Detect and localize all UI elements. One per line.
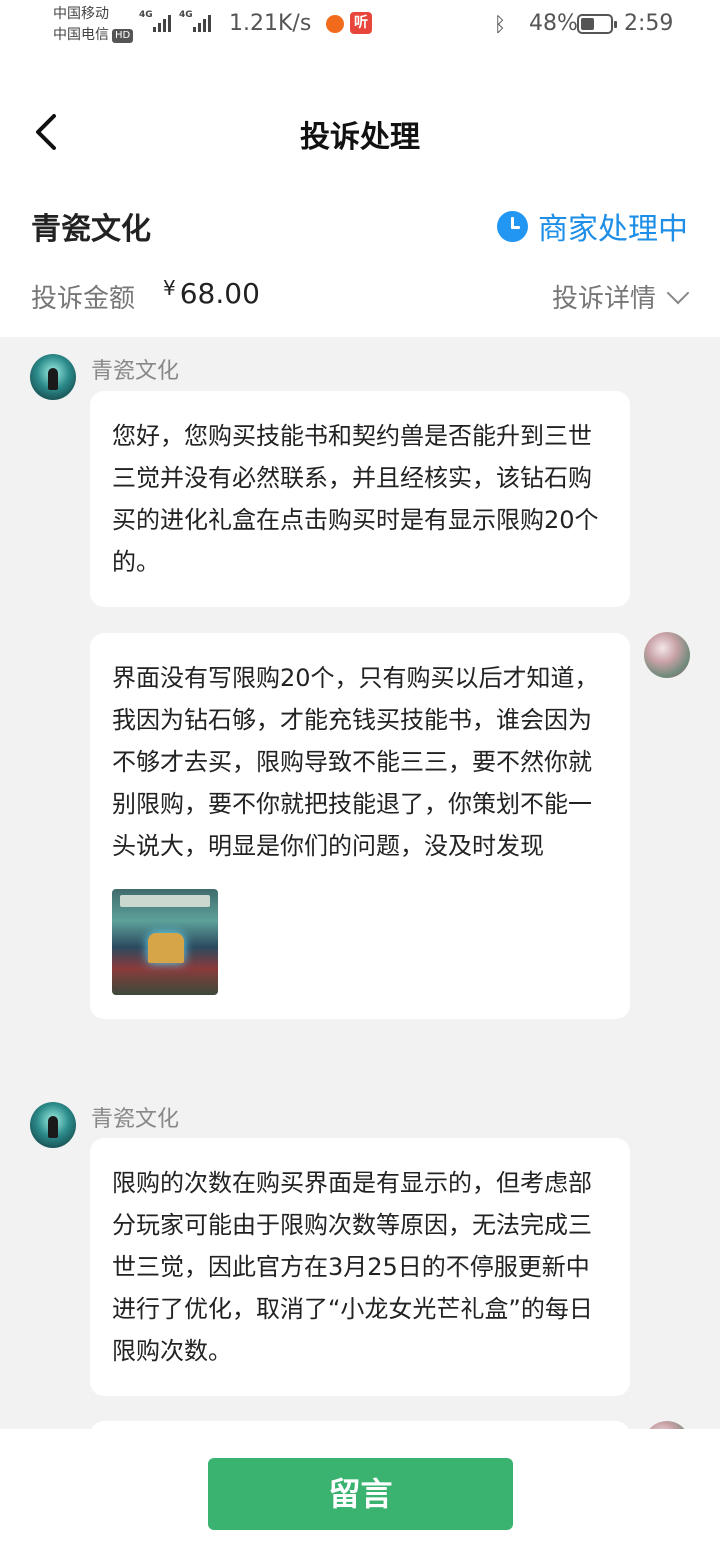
message-bubble: 界面没有写限购20个，只有购买以后才知道，我因为钻石够，才能充钱买技能书，谁会因… xyxy=(90,633,630,1019)
amount-number: 68.00 xyxy=(179,277,260,310)
complaint-status: 商家处理中 xyxy=(497,204,688,248)
amount-value: ¥68.00 xyxy=(163,276,260,310)
amount-label: 投诉金额 xyxy=(31,284,136,314)
message-text: 界面没有写限购20个，只有购买以后才知道，我因为钻石够，才能充钱买技能书，谁会因… xyxy=(112,664,599,860)
merchant-avatar xyxy=(30,1102,76,1148)
clock: 2:59 xyxy=(624,11,674,36)
carrier-2: 中国电信 xyxy=(53,27,109,43)
user-avatar xyxy=(644,1421,690,1429)
chevron-left-icon xyxy=(36,114,56,150)
message-bubble: 限购的次数在购买界面是有显示的，但考虑部分玩家可能由于限购次数等原因，无法完成三… xyxy=(90,1138,630,1396)
net-speed: 1.21K/s xyxy=(229,11,312,36)
user-avatar xyxy=(644,632,690,678)
carrier-info: 中国移动 中国电信 HD xyxy=(53,4,134,46)
currency-symbol: ¥ xyxy=(163,276,176,300)
detail-label: 投诉详情 xyxy=(551,284,656,314)
bluetooth-icon: ᛒ xyxy=(494,12,506,36)
page-title: 投诉处理 xyxy=(300,120,420,155)
status-label: 商家处理中 xyxy=(538,212,688,247)
message-text: 限购的次数在购买界面是有显示的，但考虑部分玩家可能由于限购次数等原因，无法完成三… xyxy=(112,1169,593,1365)
message-list[interactable]: 青瓷文化 您好，您购买技能书和契约兽是否能升到三世三觉并没有必然联系，并且经核实… xyxy=(0,337,720,1429)
battery-percent: 48% xyxy=(529,11,578,36)
message-text: 您好，您购买技能书和契约兽是否能升到三世三觉并没有必然联系，并且经核实，该钻石购… xyxy=(112,422,599,576)
message-bubble: 您好，您购买技能书和契约兽是否能升到三世三觉并没有必然联系，并且经核实，该钻石购… xyxy=(90,391,630,607)
signal-icon-2: 4G xyxy=(179,10,211,32)
carrier-1: 中国移动 xyxy=(53,6,109,22)
hd-badge: HD xyxy=(112,29,134,43)
signal-icon: 4G xyxy=(139,10,171,32)
message-bubble-partial xyxy=(90,1421,630,1429)
clock-icon xyxy=(497,210,528,242)
ting-app-icon: 听 xyxy=(350,12,372,34)
message-sender: 青瓷文化 xyxy=(91,359,180,384)
attached-image-thumbnail[interactable] xyxy=(112,889,218,995)
chevron-down-icon xyxy=(666,281,690,304)
complaint-detail-toggle[interactable]: 投诉详情 xyxy=(551,278,690,315)
status-bar: 中国移动 中国电信 HD 4G 4G 1.21K/s 听 ᛒ 48% 2:59 xyxy=(0,0,720,52)
back-button[interactable] xyxy=(30,112,70,152)
leave-message-button[interactable]: 留言 xyxy=(208,1458,513,1530)
merchant-avatar xyxy=(30,354,76,400)
weibo-notification-icon xyxy=(326,15,344,33)
message-sender: 青瓷文化 xyxy=(91,1107,180,1132)
battery-icon xyxy=(577,14,617,34)
bottom-action-bar: 留言 xyxy=(0,1429,720,1560)
merchant-name: 青瓷文化 xyxy=(31,212,151,247)
